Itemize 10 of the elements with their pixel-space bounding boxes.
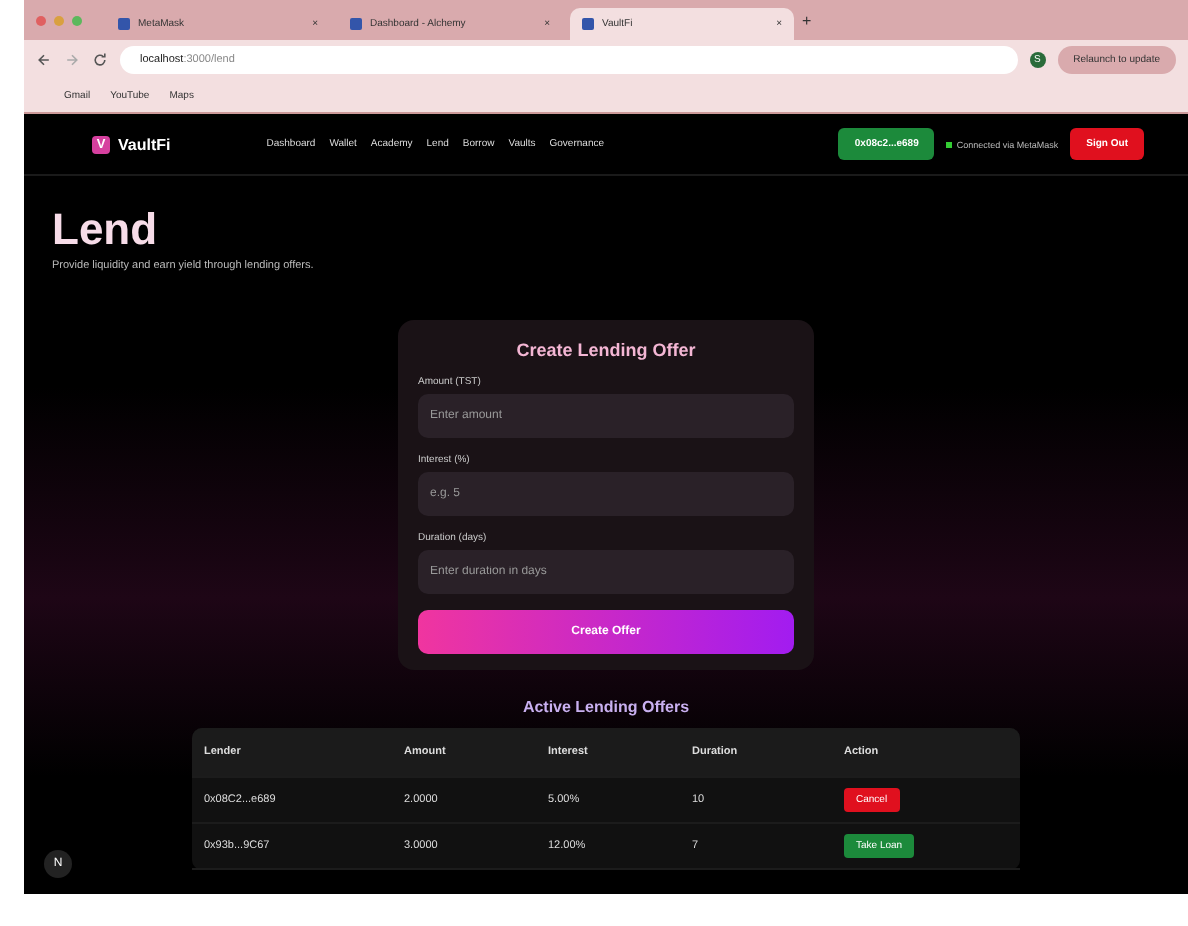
favicon-icon xyxy=(582,18,594,30)
reload-icon[interactable] xyxy=(92,52,108,68)
favicon-icon xyxy=(350,18,362,30)
brand-name[interactable]: VaultFi xyxy=(118,135,171,153)
favicon-icon xyxy=(118,18,130,30)
page-title: Lend xyxy=(52,204,160,256)
form-title: Create Lending Offer xyxy=(514,340,698,360)
new-tab-button[interactable]: + xyxy=(802,11,812,29)
back-icon[interactable] xyxy=(36,52,52,68)
section-title: Active Lending Offers xyxy=(520,698,692,716)
